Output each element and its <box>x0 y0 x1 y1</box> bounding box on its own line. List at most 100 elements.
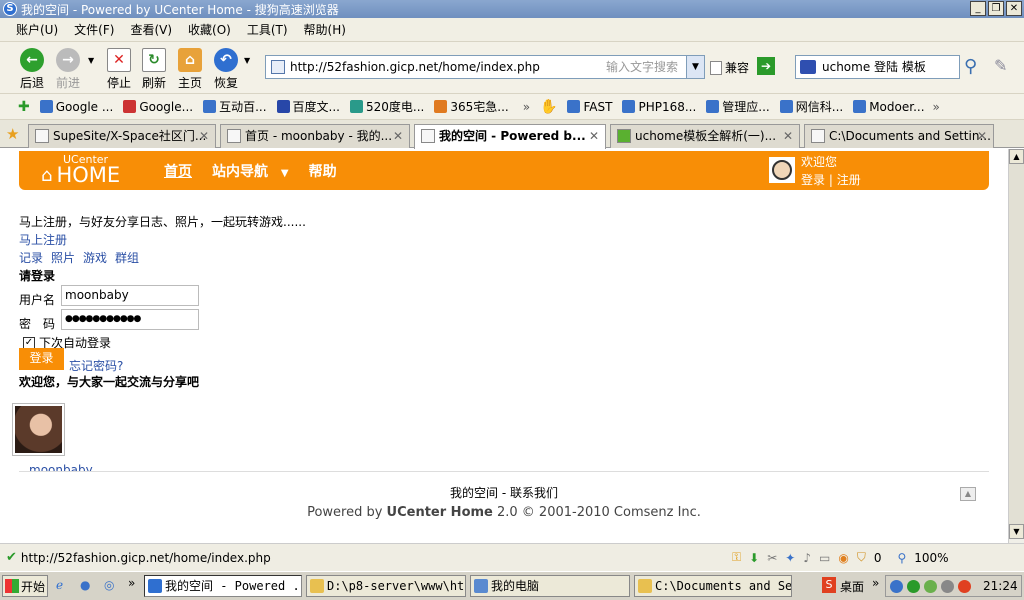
tools-icon[interactable]: ✂ <box>767 551 777 565</box>
tab-close-icon[interactable]: ✕ <box>783 125 793 147</box>
menu-favorites[interactable]: 收藏(O) <box>188 21 231 38</box>
tab-supesite[interactable]: SupeSite/X-Space社区门... ✕ <box>28 124 216 148</box>
favorites-star-icon[interactable]: ★ <box>6 125 19 143</box>
feature-game-link[interactable]: 游戏 <box>83 249 107 266</box>
feature-group-link[interactable]: 群组 <box>115 249 139 266</box>
tab-home-moonbaby[interactable]: 首页 - moonbaby - 我的... ✕ <box>220 124 410 148</box>
tab-uchome-template[interactable]: uchome模板全解析(一)... ✕ <box>610 124 800 148</box>
menu-account[interactable]: 账户(U) <box>16 21 58 38</box>
stop-button[interactable]: ✕ 停止 <box>101 48 137 91</box>
favorite-item[interactable]: 管理应... <box>706 98 770 115</box>
user-avatar[interactable] <box>769 157 795 183</box>
tab-documents[interactable]: C:\Documents and Settin... ✕ <box>804 124 994 148</box>
forgot-password-link[interactable]: 忘记密码? <box>69 357 123 374</box>
sogou-quick-icon[interactable]: ◎ <box>104 578 114 592</box>
update-icon[interactable] <box>941 579 954 593</box>
zoom-icon[interactable]: ⚲ <box>897 551 906 565</box>
register-link[interactable]: 注册 <box>837 173 861 187</box>
input-method-icon[interactable] <box>958 579 971 593</box>
favorite-item[interactable]: 百度文... <box>276 98 340 115</box>
menu-help[interactable]: 帮助(H) <box>304 21 346 38</box>
start-button[interactable]: 开始 <box>2 575 48 597</box>
home-button[interactable]: ⌂ 主页 <box>172 48 208 91</box>
desktop-label[interactable]: 桌面 <box>840 578 864 595</box>
more-chevron-icon[interactable]: » <box>128 576 135 590</box>
more-chevron-icon[interactable]: » <box>523 100 530 114</box>
sogou-s-icon[interactable]: S <box>822 577 836 593</box>
tab-close-icon[interactable]: ✕ <box>393 125 403 147</box>
puzzle-icon[interactable]: ✦ <box>785 551 795 565</box>
tab-close-icon[interactable]: ✕ <box>977 125 987 147</box>
security-icon[interactable] <box>907 579 920 593</box>
menu-tools[interactable]: 工具(T) <box>247 21 288 38</box>
favorite-item[interactable]: PHP168... <box>622 100 696 114</box>
username-input[interactable]: moonbaby <box>61 285 199 306</box>
scroll-thumb[interactable] <box>1009 164 1024 524</box>
site-logo[interactable]: UCenter ⌂ HOME <box>41 154 120 186</box>
download-icon[interactable]: ⬇ <box>749 551 759 565</box>
forward-button[interactable]: → 前进 <box>50 48 86 91</box>
ie-icon[interactable]: ℯ <box>56 578 63 592</box>
task-documents[interactable]: C:\Documents and Se... <box>634 575 792 597</box>
address-dropdown-icon[interactable]: ▼ <box>686 56 704 78</box>
shield-icon[interactable]: ⛉ <box>857 550 866 565</box>
favorite-item[interactable]: 365宅急... <box>434 98 509 115</box>
back-button[interactable]: ← 后退 <box>14 48 50 91</box>
vertical-scrollbar[interactable]: ▲ ▼ <box>1008 149 1024 543</box>
favorite-item[interactable]: Google... <box>123 100 193 114</box>
search-icon[interactable]: ⚲ <box>964 56 977 77</box>
pen-icon[interactable]: ✎ <box>994 56 1007 75</box>
feature-photo-link[interactable]: 照片 <box>51 249 75 266</box>
nav-home[interactable]: 首页 <box>164 161 192 181</box>
scroll-up-icon[interactable]: ▲ <box>1009 149 1024 164</box>
favorite-item[interactable]: Modoer... <box>853 100 925 114</box>
more-chevron-icon[interactable]: » <box>933 100 940 114</box>
lock-icon[interactable]: ⚿ <box>732 550 741 565</box>
member-name-link[interactable]: moonbaby <box>29 461 93 471</box>
search-engine-icon[interactable] <box>800 60 816 74</box>
favorite-item[interactable]: 互动百... <box>203 98 267 115</box>
minimize-button[interactable]: _ <box>970 1 986 16</box>
refresh-button[interactable]: ↻ 刷新 <box>136 48 172 91</box>
task-p8-server[interactable]: D:\p8-server\www\ht... <box>306 575 466 597</box>
password-input[interactable]: ●●●●●●●●●●● <box>61 309 199 330</box>
task-my-space[interactable]: 我的空间 - Powered ... <box>144 575 302 597</box>
zoom-level[interactable]: 100% <box>914 551 948 565</box>
tab-close-icon[interactable]: ✕ <box>589 125 599 147</box>
favorite-item[interactable]: 网信科... <box>779 98 843 115</box>
antivirus-icon[interactable] <box>924 579 937 593</box>
screen-icon[interactable]: ▭ <box>819 551 830 565</box>
go-arrow-icon[interactable]: ➔ <box>757 57 775 75</box>
compat-button[interactable]: 兼容 <box>710 59 749 76</box>
register-now-link[interactable]: 马上注册 <box>19 231 67 248</box>
star-add-icon[interactable]: ✚ <box>18 99 30 115</box>
search-box[interactable]: uchome 登陆 模板 <box>795 55 960 79</box>
restore-dropdown-icon[interactable]: ▼ <box>244 56 250 65</box>
favorite-item[interactable]: FAST <box>567 100 612 114</box>
tab-my-space[interactable]: 我的空间 - Powered b... ✕ <box>414 124 606 149</box>
speaker-icon[interactable]: ♪ <box>803 551 811 565</box>
back-to-top-icon[interactable]: ▲ <box>960 487 976 501</box>
favorite-item[interactable]: Google ... <box>39 100 113 114</box>
login-link[interactable]: 登录 <box>801 173 825 187</box>
address-bar[interactable]: http://52fashion.gicp.net/home/index.php… <box>265 55 705 79</box>
restore-button[interactable]: ↶ 恢复 <box>208 48 244 91</box>
login-button[interactable]: 登录 <box>19 348 64 370</box>
favorite-item[interactable]: 520度电... <box>349 98 424 115</box>
nav-site-navigation[interactable]: 站内导航 ▼ <box>212 161 289 181</box>
scroll-down-icon[interactable]: ▼ <box>1009 524 1024 539</box>
menu-file[interactable]: 文件(F) <box>74 21 114 38</box>
tab-close-icon[interactable]: ✕ <box>199 125 209 147</box>
footer-links[interactable]: 我的空间 - 联系我们 <box>19 484 989 501</box>
media-icon[interactable]: ● <box>80 578 90 592</box>
remember-checkbox[interactable]: ✓ <box>23 336 35 349</box>
hand-icon[interactable]: ✋ <box>540 99 557 115</box>
eye-icon[interactable]: ◉ <box>838 551 848 565</box>
close-button[interactable]: ✕ <box>1006 1 1022 16</box>
more-chevron-icon[interactable]: » <box>872 576 879 590</box>
menu-view[interactable]: 查看(V) <box>130 21 172 38</box>
maximize-button[interactable]: ❐ <box>988 1 1004 16</box>
task-my-computer[interactable]: 我的电脑 <box>470 575 630 597</box>
forward-dropdown-icon[interactable]: ▼ <box>88 56 94 65</box>
nav-help[interactable]: 帮助 <box>309 161 337 181</box>
